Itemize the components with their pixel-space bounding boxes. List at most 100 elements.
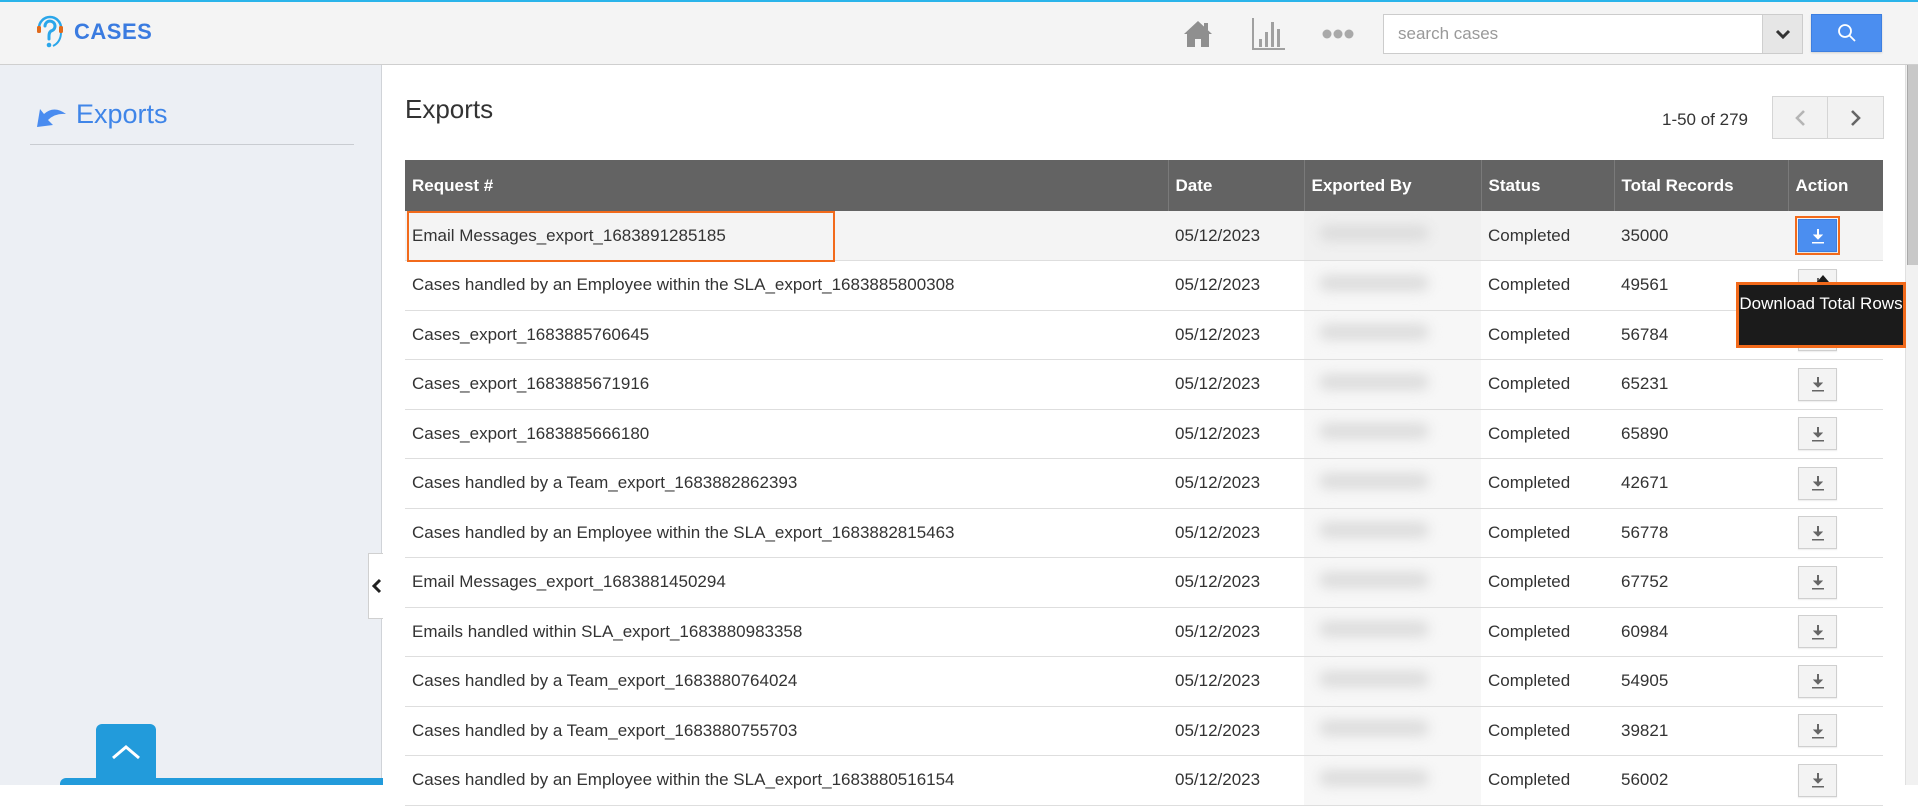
download-button[interactable] [1798,417,1837,451]
search-filter-dropdown[interactable] [1762,15,1802,53]
exports-table: Request # Date Exported By Status Total … [405,160,1883,806]
column-header-action: Action [1787,160,1883,211]
exported-by-cell [1304,706,1481,756]
download-button[interactable] [1798,714,1837,748]
chevron-down-icon [1775,29,1790,40]
scroll-to-top-button[interactable] [96,724,156,785]
redacted-name [1319,571,1429,588]
headset-question-icon [37,15,63,48]
redacted-name [1319,720,1429,737]
action-cell [1788,755,1883,806]
request-name-cell: Cases handled by a Team_export_168388076… [405,656,1168,707]
table-header-row: Request # Date Exported By Status Total … [405,160,1883,211]
request-name-cell: Email Messages_export_1683881450294 [405,557,1168,608]
redacted-name [1319,472,1429,489]
table-row: Cases handled by an Employee within the … [405,260,1883,311]
sidebar: Exports [0,65,382,785]
date-cell: 05/12/2023 [1168,656,1304,707]
reports-button[interactable] [1250,16,1288,52]
top-bar: CASES [0,0,1918,65]
more-button[interactable] [1320,16,1356,52]
action-cell [1788,409,1883,459]
table-row: Email Messages_export_1683891285185 05/1… [405,211,1883,261]
download-icon [1811,525,1824,541]
pagination [1772,96,1884,139]
total-records-cell: 60984 [1614,607,1788,657]
exported-by-cell [1304,211,1481,261]
home-button[interactable] [1180,16,1216,52]
request-name-cell: Cases handled by a Team_export_168388286… [405,458,1168,509]
request-name-cell: Cases handled by a Team_export_168388075… [405,706,1168,756]
download-button[interactable] [1798,615,1837,649]
search-button[interactable] [1811,14,1882,52]
vertical-scrollbar[interactable] [1905,65,1918,785]
column-header-status[interactable]: Status [1480,160,1614,211]
download-icon [1811,377,1824,392]
table-row: Cases handled by a Team_export_168388075… [405,706,1883,756]
download-button[interactable] [1798,664,1837,698]
table-row: Cases handled by a Team_export_168388286… [405,458,1883,509]
table-row: Email Messages_export_1683881450294 05/1… [405,557,1883,608]
date-cell: 05/12/2023 [1168,607,1304,657]
date-cell: 05/12/2023 [1168,458,1304,509]
download-icon [1811,228,1824,243]
status-cell: Completed [1481,458,1614,509]
next-page-button[interactable] [1828,96,1884,139]
app-logo[interactable]: CASES [34,14,152,50]
pagination-summary: 1-50 of 279 [1661,110,1748,129]
total-records-cell: 42671 [1614,458,1788,509]
redacted-name [1319,670,1429,687]
request-name-cell: Cases_export_1683885666180 [405,409,1168,459]
action-cell [1788,458,1883,509]
main-content: Exports 1-50 of 279 Request # Date Expor… [383,65,1906,806]
status-cell: Completed [1481,211,1614,261]
download-button[interactable] [1798,516,1837,550]
sidebar-item-exports[interactable]: Exports [30,95,354,145]
exported-by-cell [1304,409,1481,459]
column-header-date[interactable]: Date [1167,160,1304,211]
date-cell: 05/12/2023 [1168,359,1304,410]
action-cell [1788,508,1883,558]
previous-page-button[interactable] [1772,96,1828,139]
download-total-rows-button[interactable] [1795,216,1840,255]
download-button[interactable] [1798,367,1837,401]
redacted-name [1319,324,1429,341]
exported-by-cell [1304,656,1481,707]
exported-by-cell [1304,557,1481,608]
download-button[interactable] [1798,763,1837,797]
chevron-left-icon [372,578,382,594]
action-cell [1788,656,1883,707]
download-button[interactable] [1798,466,1837,500]
column-header-total-records[interactable]: Total Records [1613,160,1788,211]
column-header-exported-by[interactable]: Exported By [1303,160,1481,211]
exported-by-cell [1304,755,1481,806]
date-cell: 05/12/2023 [1168,755,1304,806]
date-cell: 05/12/2023 [1168,310,1304,360]
table-row: Cases handled by an Employee within the … [405,508,1883,558]
more-dots-icon [1322,29,1354,39]
table-row: Cases_export_1683885760645 05/12/2023 Co… [405,310,1883,360]
exported-by-cell [1304,310,1481,360]
table-row: Cases handled by a Team_export_168388076… [405,656,1883,707]
action-cell [1788,359,1883,410]
action-cell [1788,706,1883,756]
total-records-cell: 54905 [1614,656,1788,707]
status-cell: Completed [1481,706,1614,756]
date-cell: 05/12/2023 [1168,260,1304,311]
date-cell: 05/12/2023 [1168,211,1304,261]
request-name-cell: Emails handled within SLA_export_1683880… [405,607,1168,657]
search-input[interactable] [1384,15,1762,53]
download-button[interactable] [1798,565,1837,599]
redacted-name [1319,225,1429,241]
scrollbar-thumb[interactable] [1907,65,1918,265]
status-cell: Completed [1481,508,1614,558]
action-cell [1788,607,1883,657]
total-records-cell: 67752 [1614,557,1788,608]
column-header-request[interactable]: Request # [405,160,1168,211]
redacted-name [1319,274,1429,291]
chevron-up-icon [112,745,140,760]
status-cell: Completed [1481,607,1614,657]
home-icon [1184,21,1212,47]
action-cell [1788,211,1883,261]
exported-by-cell [1304,359,1481,410]
